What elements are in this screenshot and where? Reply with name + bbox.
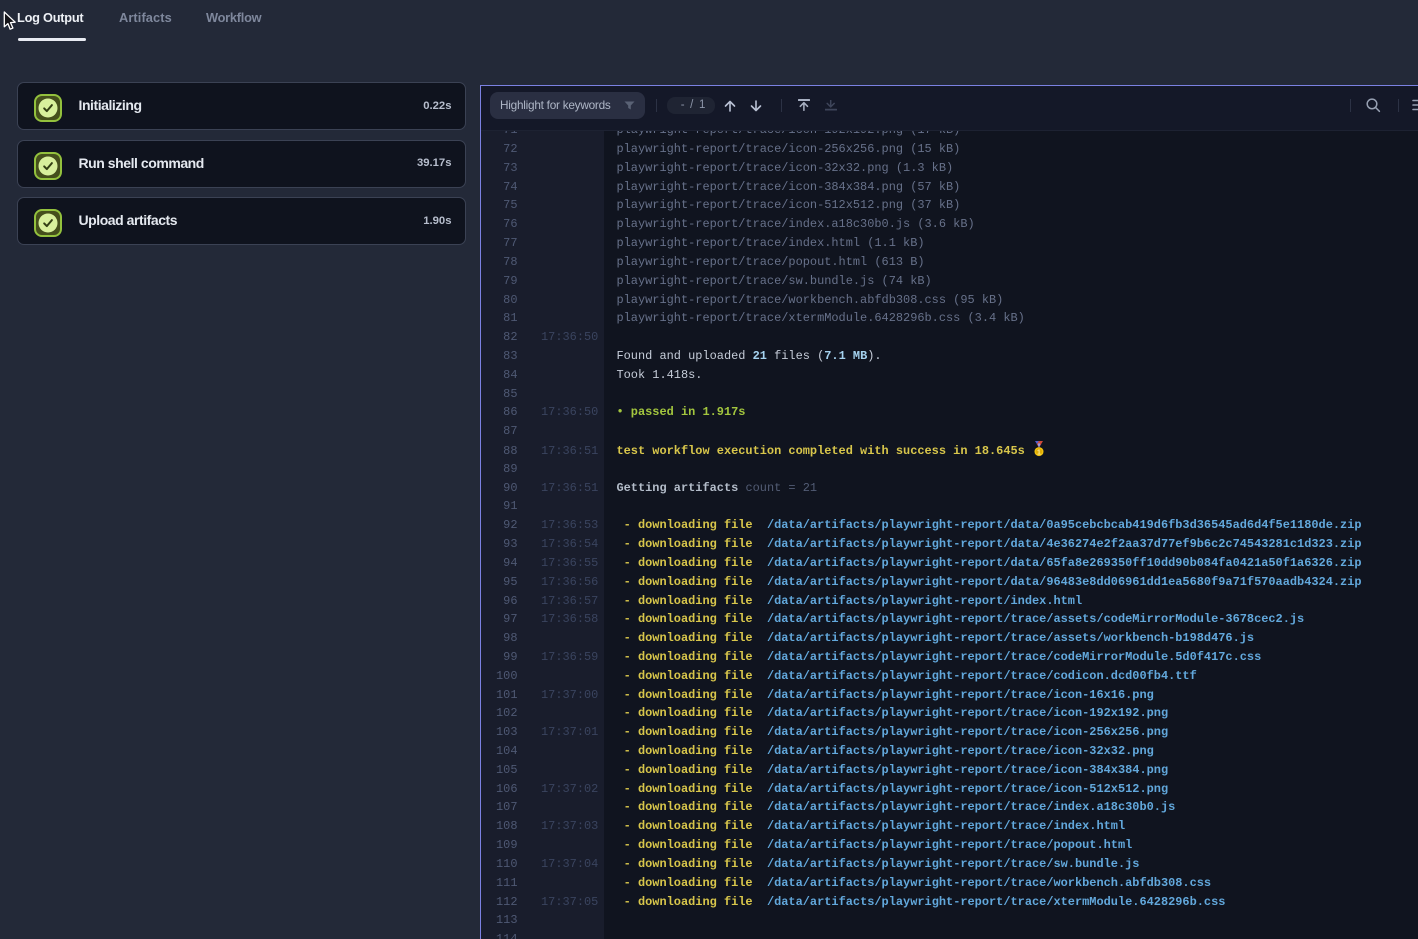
svg-text:1: 1: [1037, 449, 1041, 456]
